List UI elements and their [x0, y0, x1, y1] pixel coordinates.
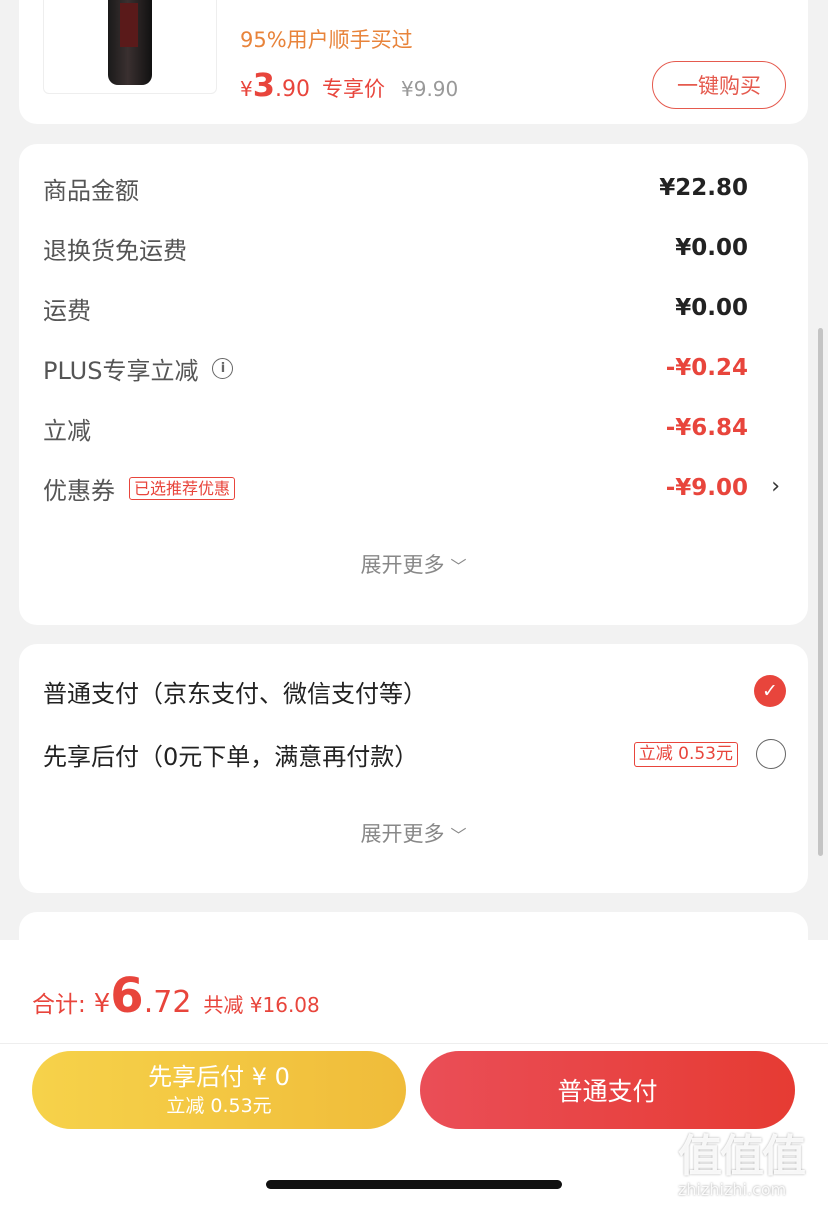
amount-row-shipping: 运费 ¥0.00: [43, 288, 748, 328]
total-saved: 共减 ¥16.08: [203, 993, 320, 1017]
exclusive-price-tag: 专享价: [322, 77, 385, 101]
amount-row-plus-discount: PLUS专享立减 i -¥0.24: [43, 348, 748, 388]
product-price: ¥3.90 专享价 ¥9.90: [240, 66, 458, 106]
price-currency: ¥: [240, 77, 253, 101]
payment-option-pay-later[interactable]: 先享后付（0元下单，满意再付款） 立减 0.53元: [43, 732, 786, 776]
watermark: 值值值 zhizhizhi.com: [678, 1120, 824, 1199]
divider: [0, 1043, 828, 1044]
total-label: 合计:: [32, 992, 86, 1018]
total-decimal: .72: [143, 985, 192, 1020]
expand-more-payment[interactable]: 展开更多 ﹀: [19, 818, 808, 848]
amount-label: 立减: [43, 416, 91, 445]
product-image[interactable]: [43, 0, 217, 94]
home-indicator[interactable]: [266, 1180, 562, 1189]
original-price: ¥9.90: [401, 77, 459, 101]
pay-later-button[interactable]: 先享后付 ¥ 0 立减 0.53元: [32, 1051, 406, 1129]
pay-later-discount-badge: 立减 0.53元: [633, 741, 738, 767]
soy-sauce-bottle-image: [108, 0, 152, 85]
coupon-selected-badge: 已选推荐优惠: [129, 476, 236, 500]
chevron-down-icon: ﹀: [450, 557, 467, 576]
expand-more-amounts[interactable]: 展开更多 ﹀: [19, 549, 808, 579]
checkout-bar: 合计: ¥6.72 共减 ¥16.08 先享后付 ¥ 0 立减 0.53元 普通…: [0, 940, 828, 1206]
pay-later-title: 先享后付 ¥ 0: [148, 1063, 290, 1091]
amount-label: 运费: [43, 296, 91, 325]
bottle-label: [120, 3, 138, 47]
amount-row-return-shipping: 退换货免运费 ¥0.00: [43, 228, 748, 268]
payment-option-label: 普通支付（京东支付、微信支付等）: [43, 679, 427, 708]
scrollbar[interactable]: [818, 328, 823, 856]
amount-label: 退换货免运费: [43, 236, 187, 265]
product-card: 95%用户顺手买过 ¥3.90 专享价 ¥9.90 一键购买: [19, 0, 808, 124]
expand-more-label: 展开更多: [360, 553, 445, 577]
info-icon[interactable]: i: [212, 357, 234, 379]
expand-more-label: 展开更多: [360, 822, 445, 846]
payment-option-label: 先享后付（0元下单，满意再付款）: [43, 742, 419, 771]
amount-label: PLUS专享立减: [43, 356, 199, 385]
chevron-down-icon: ﹀: [450, 826, 467, 845]
total-integer: 6: [110, 968, 144, 1024]
amount-row-goods: 商品金额 ¥22.80: [43, 168, 748, 208]
amount-row-coupon[interactable]: 优惠券 已选推荐优惠 -¥9.00: [43, 468, 748, 508]
payment-option-normal[interactable]: 普通支付（京东支付、微信支付等） ✓: [43, 669, 786, 713]
amount-value: -¥6.84: [665, 415, 748, 441]
amount-label: 商品金额: [43, 176, 139, 205]
watermark-logo: 值值值: [678, 1131, 806, 1182]
amount-value: -¥9.00: [665, 475, 748, 501]
pay-later-subtitle: 立减 0.53元: [166, 1095, 272, 1117]
amount-value: ¥0.00: [675, 295, 748, 321]
price-integer: 3: [252, 66, 275, 104]
payment-method-card: 普通支付（京东支付、微信支付等） ✓ 先享后付（0元下单，满意再付款） 立减 0…: [19, 644, 808, 893]
price-decimal: .90: [275, 77, 310, 102]
amount-row-instant-discount: 立减 -¥6.84: [43, 408, 748, 448]
total-currency: ¥: [93, 989, 111, 1019]
order-total: 合计: ¥6.72 共减 ¥16.08: [32, 968, 320, 1032]
one-click-buy-button[interactable]: 一键购买: [652, 61, 786, 109]
amount-value: ¥0.00: [675, 235, 748, 261]
bought-rate-text: 95%用户顺手买过: [240, 28, 413, 52]
amount-value: ¥22.80: [659, 175, 748, 201]
amounts-card: 商品金额 ¥22.80 退换货免运费 ¥0.00 运费 ¥0.00 PLUS专享…: [19, 144, 808, 625]
amount-label: 优惠券: [43, 476, 115, 505]
radio-unselected-icon[interactable]: [756, 739, 786, 769]
chevron-right-icon[interactable]: ›: [771, 474, 780, 499]
amount-label-wrap: 优惠券 已选推荐优惠: [43, 471, 236, 506]
amount-value: -¥0.24: [665, 355, 748, 381]
normal-pay-button[interactable]: 普通支付: [420, 1051, 795, 1129]
checkmark-icon[interactable]: ✓: [754, 675, 786, 707]
amount-label-wrap: PLUS专享立减 i: [43, 351, 234, 386]
